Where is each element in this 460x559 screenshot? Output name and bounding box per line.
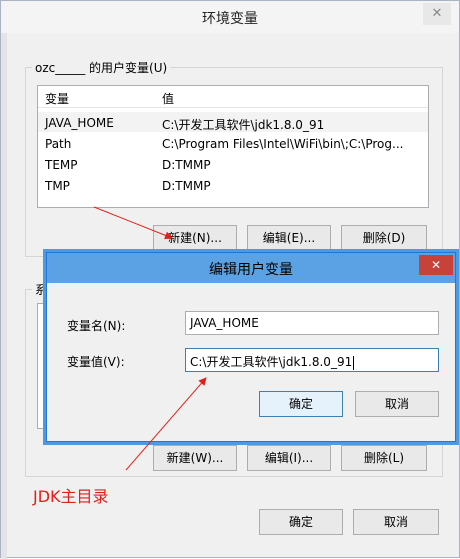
arrow-to-new-button	[93, 206, 173, 240]
jdk-home-annotation: JDK主目录	[33, 487, 109, 506]
arrow-to-value-field	[125, 377, 207, 471]
annotation-arrows	[93, 206, 207, 471]
